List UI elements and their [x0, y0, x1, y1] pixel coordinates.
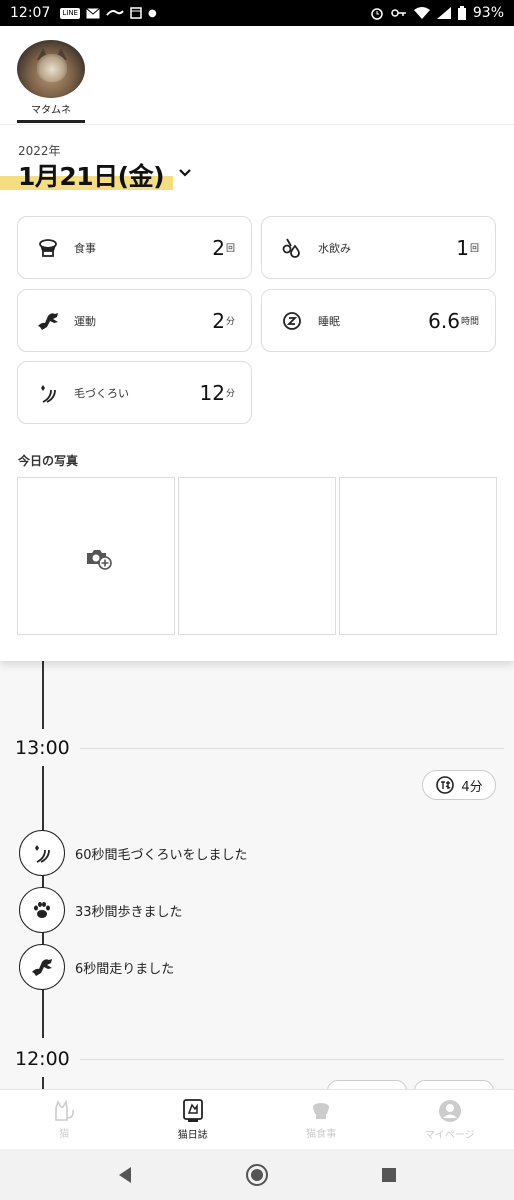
timeline-event[interactable]: 60秒間毛づくろいをしました [19, 830, 248, 876]
home-icon[interactable] [245, 1163, 269, 1187]
photo-slot [178, 477, 336, 635]
grooming-card[interactable]: 毛づくろい 12 分 [17, 361, 252, 424]
system-icons: 93% [370, 5, 504, 21]
avatar [17, 40, 85, 98]
sleep-icon [280, 309, 304, 333]
nav-label: マイページ [424, 1129, 475, 1141]
exercise-card[interactable]: 運動 2 分 [17, 289, 252, 352]
event-text: 33秒間歩きました [75, 904, 183, 920]
card-value: 12 [199, 380, 225, 405]
card-unit: 回 [225, 244, 235, 254]
running-cat-icon [19, 944, 65, 990]
card-value: 2 [212, 235, 225, 260]
event-text: 60秒間毛づくろいをしました [75, 847, 248, 863]
card-unit: 分 [225, 389, 235, 399]
nav-label: 猫日誌 [177, 1129, 208, 1141]
card-label: 運動 [74, 314, 96, 328]
signal-icon [436, 7, 451, 19]
photo-slot [339, 477, 497, 635]
sleep-card[interactable]: 睡眠 6.6 時間 [261, 289, 496, 352]
status-bar: 12:07 LINE ● 93% [0, 0, 514, 26]
hour-divider [80, 748, 504, 749]
nav-food[interactable]: 猫食事 [257, 1090, 386, 1149]
person-icon [438, 1099, 461, 1122]
cat-icon [55, 1099, 75, 1121]
event-text: 6秒間走りました [75, 961, 175, 977]
key-icon [391, 9, 406, 17]
cat-tab-indicator [17, 120, 85, 123]
rest-badge[interactable]: 4分 [422, 770, 496, 800]
battery-percent: 93% [472, 5, 504, 21]
food-icon [313, 1102, 330, 1119]
dot-icon: ● [147, 7, 157, 19]
nav-diary[interactable]: 猫日誌 [129, 1090, 258, 1149]
card-unit: 分 [225, 317, 235, 327]
back-icon[interactable] [116, 1166, 134, 1184]
card-label: 水飲み [318, 241, 351, 255]
recents-icon[interactable] [380, 1166, 398, 1184]
timeline-event[interactable]: 6秒間走りました [19, 944, 174, 990]
timeline-line [42, 661, 44, 729]
card-label: 睡眠 [318, 314, 340, 328]
calendar-icon [130, 7, 142, 19]
meal-card[interactable]: 食事 2 回 [17, 216, 252, 279]
nav-cat[interactable]: 猫 [0, 1090, 129, 1149]
date-label[interactable]: 1月21日(金) [18, 157, 165, 193]
add-photo-icon[interactable] [85, 547, 113, 571]
card-unit: 回 [469, 244, 479, 254]
nav-mypage[interactable]: マイページ [386, 1090, 514, 1149]
summary-panel: マタムネ 2022年 1月21日(金) 食事 2 回 水飲み 1 回 運動 2 … [0, 26, 514, 661]
water-drop-icon [280, 236, 304, 260]
cat-name: マタムネ [31, 105, 71, 116]
card-label: 毛づくろい [74, 386, 129, 400]
card-label: 食事 [74, 241, 96, 255]
battery-icon [457, 6, 466, 20]
grooming-icon [19, 830, 65, 876]
running-cat-icon [36, 309, 60, 333]
system-nav [0, 1149, 514, 1200]
photos-title: 今日の写真 [18, 454, 79, 468]
hour-label: 12:00 [15, 1048, 70, 1070]
notification-icons: LINE ● [60, 7, 157, 19]
nav-label: 猫食事 [306, 1128, 337, 1140]
grooming-icon [36, 381, 60, 405]
card-value: 1 [456, 235, 469, 260]
timeline-event[interactable]: 33秒間歩きました [19, 887, 183, 933]
app-icon [106, 10, 124, 16]
bowl-icon [36, 236, 60, 260]
cat-tab[interactable]: マタムネ [17, 40, 85, 116]
divider [0, 124, 514, 125]
chevron-down-icon[interactable] [178, 166, 192, 180]
bottom-nav: 猫 猫日誌 猫食事 マイページ [0, 1089, 514, 1149]
paw-icon [19, 887, 65, 933]
mail-icon [86, 7, 100, 18]
alarm-icon [371, 8, 383, 20]
hour-label: 13:00 [15, 737, 70, 759]
nav-label: 猫 [59, 1128, 70, 1140]
wifi-icon [413, 7, 430, 19]
photo-slot[interactable] [17, 477, 175, 635]
rest-icon [436, 776, 455, 794]
hour-divider [80, 1059, 504, 1060]
water-card[interactable]: 水飲み 1 回 [261, 216, 496, 279]
line-icon: LINE [60, 7, 80, 19]
card-value: 2 [212, 308, 225, 333]
diary-icon [182, 1098, 203, 1122]
card-value: 6.6 [428, 308, 460, 333]
status-time: 12:07 [10, 5, 51, 21]
rest-duration: 4分 [461, 779, 483, 795]
card-unit: 時間 [460, 317, 479, 327]
